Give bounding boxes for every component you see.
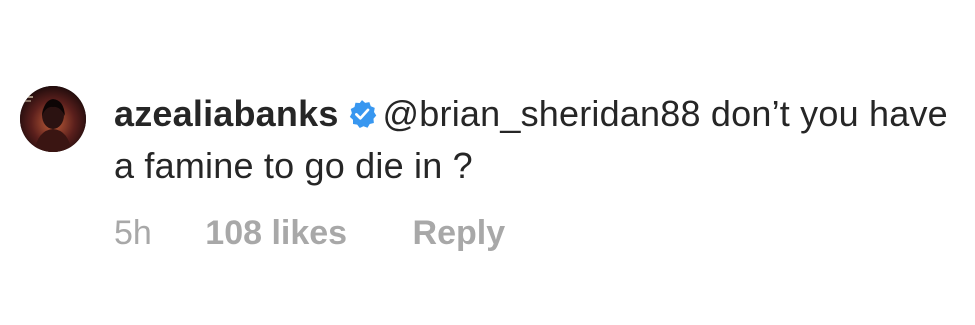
username-link[interactable]: azealiabanks <box>114 93 339 134</box>
comment-body: azealiabanks @brian_sheridan88 don’t you… <box>114 88 954 192</box>
mention-link[interactable]: @brian_sheridan88 <box>383 93 701 134</box>
comment: azealiabanks @brian_sheridan88 don’t you… <box>0 0 975 325</box>
likes-count-button[interactable]: 108 likes <box>205 208 347 258</box>
verified-badge-icon <box>347 99 377 129</box>
comment-meta: 5h 108 likes Reply <box>114 208 505 258</box>
comment-timestamp[interactable]: 5h <box>114 208 152 258</box>
avatar-image <box>20 86 86 152</box>
avatar[interactable] <box>20 86 86 152</box>
reply-button[interactable]: Reply <box>413 208 506 258</box>
